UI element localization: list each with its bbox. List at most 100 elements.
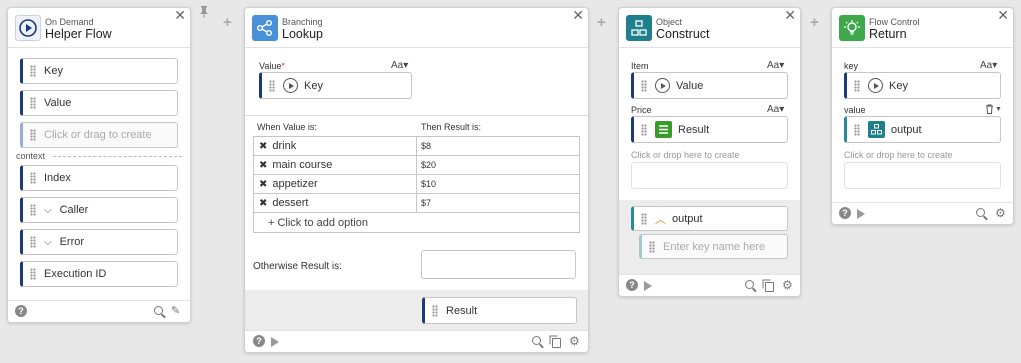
context-pill[interactable]: Index [20, 165, 178, 191]
copy-icon[interactable] [552, 338, 561, 348]
add-option-button[interactable]: + Click to add option [254, 213, 579, 232]
card-title: Lookup [282, 27, 324, 41]
then-header: Then Result is: [421, 122, 482, 132]
chevron-down-icon[interactable]: ⌵ [44, 205, 52, 216]
context-pill[interactable]: ⌵ Caller [20, 197, 178, 223]
type-selector[interactable]: Aa▾ [767, 60, 784, 71]
drag-handle-icon[interactable] [641, 212, 647, 225]
value-pill[interactable]: Key [259, 72, 412, 99]
type-selector[interactable]: Aa▾ [391, 60, 408, 71]
card-header: Branching Lookup ✕ [245, 8, 588, 48]
add-step-plus-icon[interactable]: + [597, 14, 606, 31]
pill-label: Click or drag to create [44, 129, 152, 141]
remove-row-icon[interactable]: ✖ [259, 160, 267, 171]
drop-zone[interactable] [844, 162, 1001, 189]
add-step-plus-icon[interactable]: + [223, 14, 232, 31]
help-icon[interactable]: ? [253, 335, 265, 347]
drop-hint: Click or drop here to create [631, 150, 740, 160]
key-pill[interactable]: Key [844, 72, 1001, 99]
otherwise-input[interactable] [421, 250, 576, 279]
chevron-up-icon[interactable]: ︿ [655, 211, 666, 227]
lookup-card: Branching Lookup ✕ Value* Aa▾ Key When V… [244, 7, 589, 353]
output-pill[interactable]: ︿ output [631, 206, 788, 231]
remove-row-icon[interactable]: ✖ [259, 198, 267, 209]
card-header: On Demand Helper Flow ✕ [8, 8, 190, 48]
table-row: ✖ drink $8 [254, 137, 579, 156]
cell-text: appetizer [272, 178, 318, 190]
drag-handle-icon[interactable] [641, 123, 647, 136]
card-header: Object Construct ✕ [619, 8, 800, 48]
close-icon[interactable]: ✕ [174, 8, 186, 22]
type-selector[interactable]: Aa▾ [980, 60, 997, 71]
card-footer: ? ⚙ [619, 274, 800, 296]
price-pill[interactable]: Result [631, 116, 788, 143]
copy-icon[interactable] [765, 282, 774, 292]
search-icon[interactable] [976, 208, 985, 217]
run-icon[interactable] [644, 281, 652, 291]
remove-row-icon[interactable]: ✖ [259, 179, 267, 190]
type-selector[interactable]: Aa▾ [767, 104, 784, 115]
value-cell[interactable]: $10 [417, 175, 579, 193]
required-marker: * [281, 61, 285, 71]
key-name-input[interactable]: Enter key name here [639, 234, 788, 259]
value-cell[interactable]: $7 [417, 194, 579, 212]
pill-label: Value [676, 79, 704, 92]
trash-icon[interactable]: ▼ [985, 104, 1002, 114]
close-icon[interactable]: ✕ [572, 8, 584, 22]
edit-pencil-icon[interactable]: ✎ [171, 304, 180, 317]
search-icon[interactable] [745, 280, 754, 289]
drag-handle-icon [649, 240, 655, 253]
add-option-label: + Click to add option [268, 216, 368, 229]
help-icon[interactable]: ? [626, 279, 638, 291]
key-cell[interactable]: ✖ appetizer [254, 175, 417, 193]
helper-flow-card: On Demand Helper Flow ✕ Key Value Click … [7, 7, 191, 323]
search-icon[interactable] [154, 306, 163, 315]
pin-icon[interactable] [198, 5, 210, 19]
pill-label: Key [889, 79, 908, 92]
context-pill[interactable]: ⌵ Error [20, 229, 178, 255]
value-cell[interactable]: $8 [417, 137, 579, 155]
close-icon[interactable]: ✕ [997, 8, 1009, 22]
context-pill[interactable]: Execution ID [20, 261, 178, 287]
key-cell[interactable]: ✖ drink [254, 137, 417, 155]
drag-handle-icon[interactable] [432, 304, 438, 317]
drag-handle-icon[interactable] [30, 236, 36, 248]
drag-handle-icon [30, 129, 36, 141]
help-icon[interactable]: ? [839, 207, 851, 219]
help-icon[interactable]: ? [15, 305, 27, 317]
gear-icon[interactable]: ⚙ [995, 206, 1006, 220]
gear-icon[interactable]: ⚙ [782, 278, 793, 292]
drag-handle-icon[interactable] [641, 79, 647, 92]
value-cell[interactable]: $20 [417, 156, 579, 174]
card-title: Construct [656, 27, 710, 41]
add-step-plus-icon[interactable]: + [810, 14, 819, 31]
field-pill[interactable]: Key [20, 58, 178, 84]
drag-handle-icon[interactable] [30, 97, 36, 109]
drag-handle-icon[interactable] [30, 204, 36, 216]
gear-icon[interactable]: ⚙ [569, 334, 580, 348]
chevron-down-icon[interactable]: ⌵ [44, 237, 52, 248]
drop-zone[interactable] [631, 162, 788, 189]
create-field-placeholder[interactable]: Click or drag to create [20, 122, 178, 148]
value-pill[interactable]: output [844, 116, 1001, 143]
field-pill[interactable]: Value [20, 90, 178, 116]
result-pill[interactable]: Result [422, 297, 577, 324]
close-icon[interactable]: ✕ [784, 8, 796, 22]
pill-label: Result [446, 304, 478, 317]
search-icon[interactable] [532, 336, 541, 345]
card-subtitle: Flow Control [869, 17, 920, 27]
key-cell[interactable]: ✖ main course [254, 156, 417, 174]
key-cell[interactable]: ✖ dessert [254, 194, 417, 212]
drag-handle-icon[interactable] [30, 172, 36, 184]
run-icon[interactable] [271, 337, 279, 347]
branching-icon [252, 15, 278, 41]
drag-handle-icon[interactable] [854, 79, 860, 92]
drag-handle-icon[interactable] [854, 123, 860, 136]
item-pill[interactable]: Value [631, 72, 788, 99]
drag-handle-icon[interactable] [30, 268, 36, 280]
remove-row-icon[interactable]: ✖ [259, 141, 267, 152]
chevron-down-icon[interactable]: ▼ [995, 106, 1002, 113]
drag-handle-icon[interactable] [269, 79, 275, 92]
run-icon[interactable] [857, 209, 865, 219]
drag-handle-icon[interactable] [30, 65, 36, 77]
